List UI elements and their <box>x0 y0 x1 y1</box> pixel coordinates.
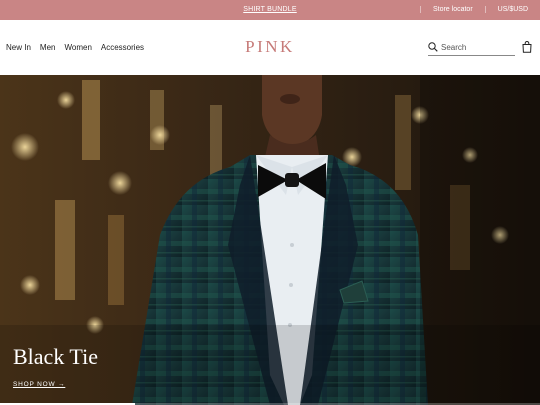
currency-selector[interactable]: US/$USD <box>484 6 530 13</box>
promo-bar: SHIRT BUNDLE Store locator US/$USD <box>0 0 540 20</box>
shopping-bag-icon[interactable] <box>522 41 532 53</box>
hero-title: Black Tie <box>13 344 98 369</box>
search-input[interactable] <box>441 41 513 54</box>
promo-utility-links: Store locator US/$USD <box>419 6 530 13</box>
site-header: New In Men Women Accessories PINK <box>0 20 540 75</box>
hero-banner[interactable]: Black Tie SHOP NOW → <box>0 75 540 405</box>
store-locator-link[interactable]: Store locator <box>419 6 485 13</box>
search-bar <box>428 41 515 56</box>
search-icon[interactable] <box>428 42 438 52</box>
shop-now-link[interactable]: SHOP NOW → <box>13 381 65 388</box>
